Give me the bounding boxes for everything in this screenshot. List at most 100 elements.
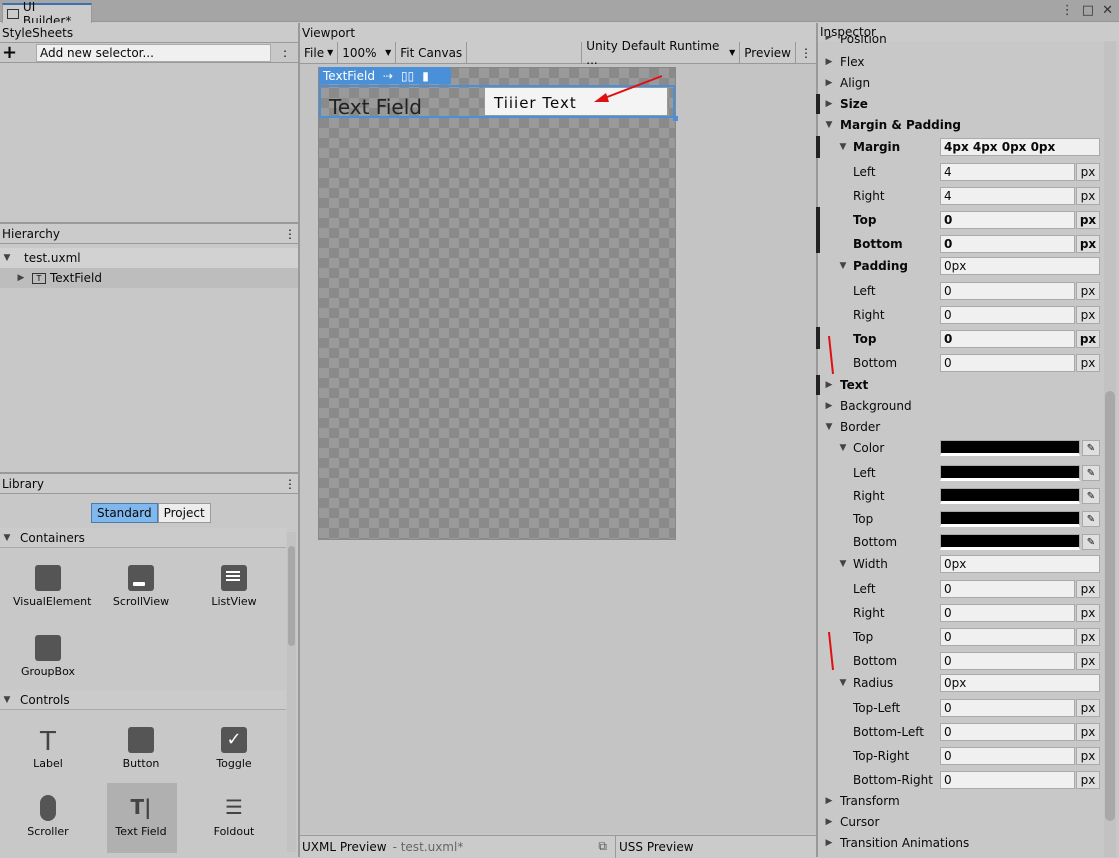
border-width-bottom-unit[interactable]: px xyxy=(1076,652,1100,670)
margin-bottom-input[interactable]: 0 xyxy=(940,235,1075,253)
eyedropper-icon[interactable]: ✎ xyxy=(1082,440,1100,456)
expand-arrow-icon[interactable]: ▼ xyxy=(836,678,850,688)
maximize-icon[interactable]: □ xyxy=(1082,3,1094,18)
radius-top-left-input[interactable]: 0 xyxy=(940,699,1075,717)
radius-bottom-left-unit[interactable]: px xyxy=(1076,723,1100,741)
section-transition[interactable]: ▶ Transition Animations xyxy=(818,831,1104,855)
padding-right-input[interactable]: 0 xyxy=(940,306,1075,324)
scrollbar-thumb[interactable] xyxy=(1105,391,1115,821)
expand-arrow-icon[interactable]: ▼ xyxy=(836,443,850,453)
radius-bottom-left-input[interactable]: 0 xyxy=(940,723,1075,741)
fit-canvas-button[interactable]: Fit Canvas xyxy=(396,41,468,64)
stretch-icon[interactable]: ⇢ xyxy=(383,69,393,83)
margin-bottom-unit[interactable]: px xyxy=(1076,235,1100,253)
element-tag[interactable]: TextField ⇢ ▯▯ ▮ xyxy=(319,67,451,84)
lib-text-field[interactable]: T| Text Field xyxy=(106,795,176,838)
tab-project[interactable]: Project xyxy=(157,503,211,523)
lib-scroll-view[interactable]: ScrollView xyxy=(106,565,176,608)
radius-top-right-input[interactable]: 0 xyxy=(940,747,1075,765)
add-stylesheet-button[interactable]: + xyxy=(2,42,32,63)
tab-standard[interactable]: Standard xyxy=(91,503,158,523)
margin-left-unit[interactable]: px xyxy=(1076,163,1100,181)
margin-top-unit[interactable]: px xyxy=(1076,211,1100,229)
column-icon[interactable]: ▯▯ xyxy=(401,69,414,83)
padding-top-input[interactable]: 0 xyxy=(940,330,1075,348)
library-scrollbar[interactable] xyxy=(287,532,296,852)
align-icon[interactable]: ▮ xyxy=(422,69,429,83)
expand-arrow-icon[interactable]: ▼ xyxy=(836,142,850,152)
tree-row-root[interactable]: ▼ test.uxml xyxy=(0,248,298,268)
border-width-bottom-input[interactable]: 0 xyxy=(940,652,1075,670)
tree-row-textfield[interactable]: ▶ T TextField xyxy=(0,268,298,288)
preview-button[interactable]: Preview xyxy=(740,41,796,64)
scrollbar-thumb[interactable] xyxy=(288,546,295,646)
collapse-arrow-icon[interactable]: ▶ xyxy=(14,273,28,283)
padding-bottom-unit[interactable]: px xyxy=(1076,354,1100,372)
lib-list-view[interactable]: ListView xyxy=(199,565,269,608)
section-position[interactable]: ▶ Position xyxy=(818,36,1104,48)
margin-right-input[interactable]: 4 xyxy=(940,187,1075,205)
library-menu-icon[interactable]: ⋮ xyxy=(284,477,296,491)
lib-visual-element[interactable]: VisualElement xyxy=(13,565,91,608)
lib-label-item[interactable]: T Label xyxy=(13,727,83,770)
selector-input[interactable]: Add new selector... xyxy=(36,43,271,62)
uxml-preview-tab[interactable]: UXML Preview - test.uxml* ⧉ xyxy=(300,835,616,858)
padding-bottom-input[interactable]: 0 xyxy=(940,354,1075,372)
uss-preview-tab[interactable]: USS Preview xyxy=(616,840,694,854)
border-width-top-input[interactable]: 0 xyxy=(940,628,1075,646)
more-icon[interactable]: ⋮ xyxy=(1061,3,1074,18)
window-tab[interactable]: UI Builder* xyxy=(2,0,92,28)
section-controls[interactable]: ▼ Controls xyxy=(0,690,286,710)
canvas[interactable] xyxy=(318,67,676,540)
border-color-bottom-swatch[interactable] xyxy=(940,534,1080,550)
border-color-swatch[interactable] xyxy=(940,440,1080,456)
border-width-top-unit[interactable]: px xyxy=(1076,628,1100,646)
radius-top-left-unit[interactable]: px xyxy=(1076,699,1100,717)
border-radius-field[interactable]: 0px xyxy=(940,674,1100,692)
border-color-left-swatch[interactable] xyxy=(940,465,1080,481)
expand-arrow-icon[interactable]: ▼ xyxy=(0,253,14,263)
padding-left-unit[interactable]: px xyxy=(1076,282,1100,300)
file-menu[interactable]: File ▼ xyxy=(300,41,339,64)
margin-right-unit[interactable]: px xyxy=(1076,187,1100,205)
lib-toggle[interactable]: ✓ Toggle xyxy=(199,727,269,770)
expand-arrow-icon[interactable]: ▼ xyxy=(836,261,850,271)
close-icon[interactable]: ✕ xyxy=(1102,3,1113,18)
theme-dropdown[interactable]: Unity Default Runtime ... ▼ xyxy=(582,39,741,67)
radius-bottom-right-input[interactable]: 0 xyxy=(940,771,1075,789)
section-margin-padding[interactable]: ▼ Margin & Padding xyxy=(818,113,1104,137)
margin-left-input[interactable]: 4 xyxy=(940,163,1075,181)
border-width-left-input[interactable]: 0 xyxy=(940,580,1075,598)
open-external-icon[interactable]: ⧉ xyxy=(598,839,607,854)
eyedropper-icon[interactable]: ✎ xyxy=(1082,511,1100,527)
resize-handle[interactable] xyxy=(673,116,678,121)
eyedropper-icon[interactable]: ✎ xyxy=(1082,534,1100,550)
radius-bottom-right-unit[interactable]: px xyxy=(1076,771,1100,789)
border-width-right-unit[interactable]: px xyxy=(1076,604,1100,622)
expand-arrow-icon[interactable]: ▼ xyxy=(836,559,850,569)
border-color-right-swatch[interactable] xyxy=(940,488,1080,504)
border-width-right-input[interactable]: 0 xyxy=(940,604,1075,622)
padding-value-field[interactable]: 0px xyxy=(940,257,1100,275)
margin-value-field[interactable]: 4px 4px 0px 0px xyxy=(940,138,1100,156)
lib-group-box[interactable]: GroupBox xyxy=(13,635,83,678)
padding-top-unit[interactable]: px xyxy=(1076,330,1100,348)
padding-left-input[interactable]: 0 xyxy=(940,282,1075,300)
zoom-dropdown[interactable]: 100% ▼ xyxy=(338,41,397,64)
radius-top-right-unit[interactable]: px xyxy=(1076,747,1100,765)
inspector-scrollbar[interactable] xyxy=(1104,41,1116,857)
selector-menu-button[interactable]: : xyxy=(275,46,295,60)
padding-right-unit[interactable]: px xyxy=(1076,306,1100,324)
lib-foldout[interactable]: ☰ Foldout xyxy=(199,795,269,838)
border-color-top-swatch[interactable] xyxy=(940,511,1080,527)
lib-scroller[interactable]: Scroller xyxy=(13,795,83,838)
section-containers[interactable]: ▼ Containers xyxy=(0,528,286,548)
eyedropper-icon[interactable]: ✎ xyxy=(1082,465,1100,481)
eyedropper-icon[interactable]: ✎ xyxy=(1082,488,1100,504)
viewport-menu-button[interactable]: ⋮ xyxy=(796,42,816,64)
lib-button[interactable]: Button xyxy=(106,727,176,770)
margin-top-input[interactable]: 0 xyxy=(940,211,1075,229)
border-width-left-unit[interactable]: px xyxy=(1076,580,1100,598)
border-width-field[interactable]: 0px xyxy=(940,555,1100,573)
hierarchy-menu-icon[interactable]: ⋮ xyxy=(284,227,296,241)
